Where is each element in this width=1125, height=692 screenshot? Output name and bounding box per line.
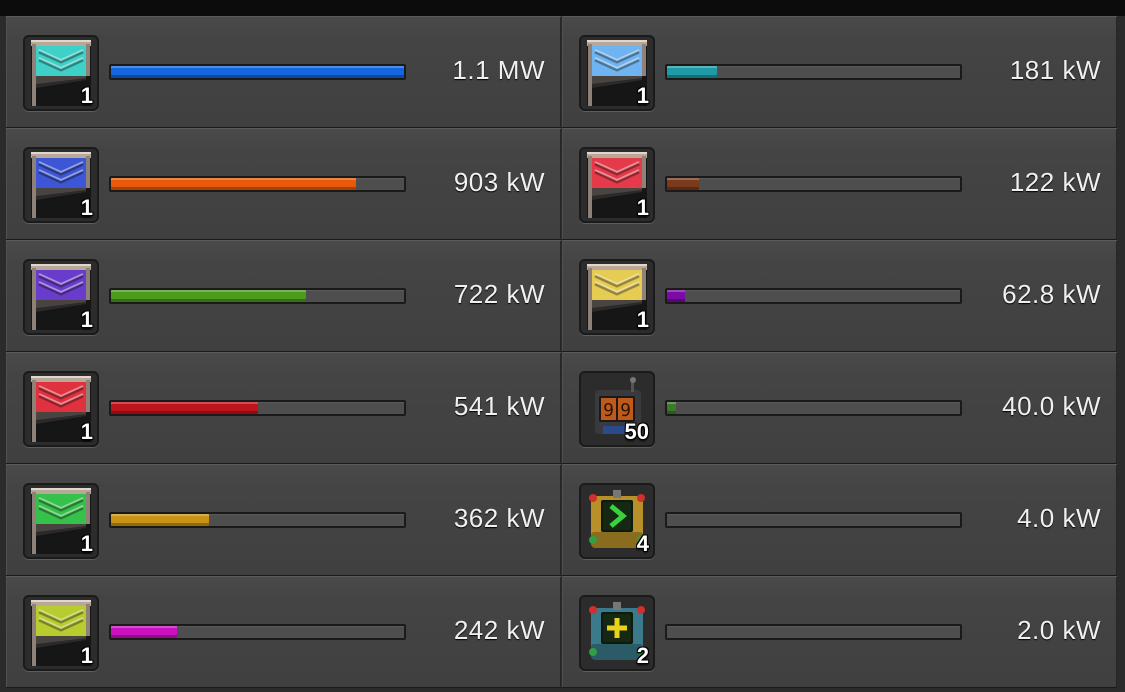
entity-slot-button[interactable]: 1	[579, 147, 655, 223]
consumer-row: 1 362 kW	[6, 464, 561, 576]
entity-count: 1	[80, 83, 93, 108]
entity-slot-button[interactable]: 1	[23, 35, 99, 111]
top-bar	[0, 0, 1125, 16]
entity-slot-button[interactable]: 1	[23, 595, 99, 671]
consumption-bar-fill	[111, 66, 404, 78]
entity-count: 1	[636, 83, 649, 108]
consumption-bar-fill	[667, 66, 717, 78]
consumer-row: 1 122 kW	[562, 128, 1117, 240]
consumption-value: 4.0 kW	[1017, 503, 1101, 533]
consumption-bar	[665, 512, 962, 528]
entity-slot-button[interactable]: 4	[579, 483, 655, 559]
entity-slot-button[interactable]: 1	[579, 35, 655, 111]
consumer-row: 9 9 50 40.0 kW	[562, 352, 1117, 464]
entity-slot-button[interactable]: 1	[23, 259, 99, 335]
entity-count: 1	[80, 531, 93, 556]
consumption-bar	[109, 176, 406, 192]
consumption-value: 1.1 MW	[452, 55, 545, 85]
consumption-bar-fill	[667, 178, 699, 190]
entity-slot-button[interactable]: 1	[23, 371, 99, 447]
entity-count: 2	[636, 643, 649, 668]
consumption-bar	[109, 288, 406, 304]
consumer-row: 1 1.1 MW	[6, 16, 561, 128]
consumption-value: 362 kW	[453, 503, 545, 533]
entity-count: 1	[636, 195, 649, 220]
consumption-value: 242 kW	[453, 615, 545, 645]
entity-count: 1	[80, 307, 93, 332]
consumption-value: 62.8 kW	[1002, 279, 1101, 309]
svg-text:9: 9	[620, 400, 631, 421]
consumer-grid: 1 1.1 MW 1 181 kW 1 903 kW 1 122 kW 1 722 kW 1 62.8…	[6, 16, 1117, 692]
consumption-bar	[665, 624, 962, 640]
consumer-row: 1 62.8 kW	[562, 240, 1117, 352]
consumption-value: 181 kW	[1009, 55, 1101, 85]
consumption-value: 2.0 kW	[1017, 615, 1101, 645]
entity-count: 4	[636, 531, 649, 556]
entity-count: 50	[624, 419, 649, 444]
entity-slot-button[interactable]: 1	[23, 147, 99, 223]
consumption-bar	[109, 64, 406, 80]
consumer-row: 1 903 kW	[6, 128, 561, 240]
consumption-value: 40.0 kW	[1002, 391, 1101, 421]
consumption-bar-fill	[111, 290, 306, 302]
consumer-row: 4 4.0 kW	[562, 464, 1117, 576]
entity-slot-button[interactable]: 1	[579, 259, 655, 335]
consumer-row: 1 242 kW	[6, 576, 561, 688]
entity-slot-button[interactable]: 1	[23, 483, 99, 559]
consumption-bar	[665, 288, 962, 304]
consumption-bar	[109, 624, 406, 640]
consumer-row: 2 2.0 kW	[562, 576, 1117, 688]
consumption-bar	[665, 400, 962, 416]
consumption-bar	[109, 512, 406, 528]
electric-network-consumption-panel: 1 1.1 MW 1 181 kW 1 903 kW 1 122 kW 1 722 kW 1 62.8…	[0, 16, 1125, 692]
consumer-row: 1 541 kW	[6, 352, 561, 464]
consumption-bar-fill	[111, 626, 177, 638]
consumption-bar-fill	[667, 402, 676, 414]
consumption-value: 903 kW	[453, 167, 545, 197]
entity-slot-button[interactable]: 2	[579, 595, 655, 671]
consumption-value: 541 kW	[453, 391, 545, 421]
consumption-bar-fill	[111, 178, 356, 190]
consumption-value: 722 kW	[453, 279, 545, 309]
consumption-bar-fill	[111, 402, 258, 414]
consumption-bar	[665, 64, 962, 80]
consumer-row: 1 181 kW	[562, 16, 1117, 128]
entity-count: 1	[636, 307, 649, 332]
entity-count: 1	[80, 643, 93, 668]
entity-count: 1	[80, 195, 93, 220]
consumer-row: 1 722 kW	[6, 240, 561, 352]
consumption-bar-fill	[111, 514, 209, 526]
consumption-bar	[109, 400, 406, 416]
consumption-bar	[665, 176, 962, 192]
consumption-bar-fill	[667, 290, 685, 302]
entity-slot-button[interactable]: 9 9 50	[579, 371, 655, 447]
svg-text:9: 9	[603, 400, 614, 421]
entity-count: 1	[80, 419, 93, 444]
consumption-value: 122 kW	[1009, 167, 1101, 197]
